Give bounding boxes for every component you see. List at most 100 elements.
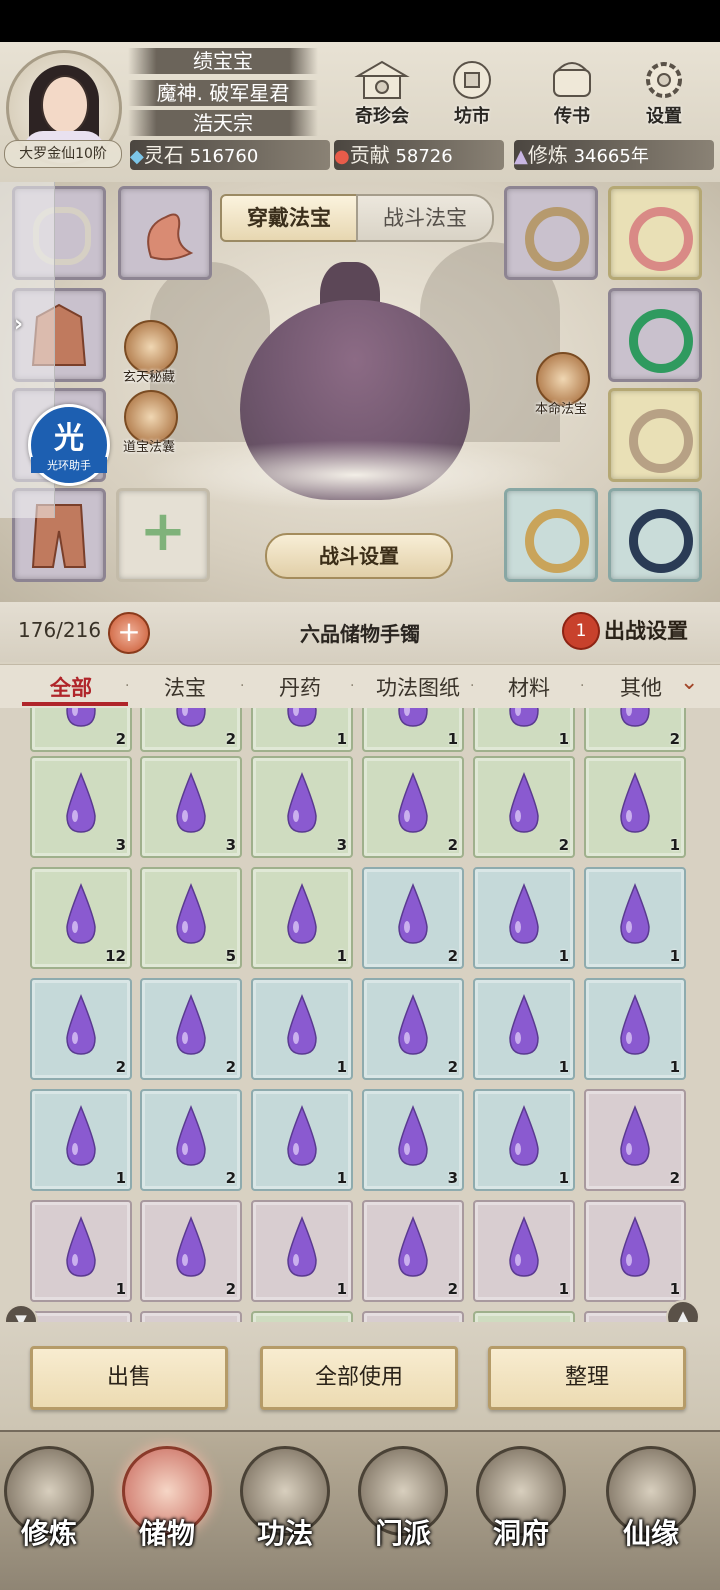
inventory-slot[interactable]: 1 (362, 708, 464, 752)
inventory-slot[interactable]: 1 (584, 978, 686, 1080)
item-count: 1 (336, 1058, 347, 1076)
nav-manuals[interactable]: 功法 (230, 1446, 340, 1586)
tab-pills[interactable]: 丹药 (255, 672, 345, 702)
helper-badge[interactable]: 光 光环助手 (28, 404, 110, 486)
market-button[interactable]: 坊市 (436, 58, 508, 138)
spirit-drop-icon (176, 994, 206, 1055)
nav-cultivate[interactable]: 修炼 (0, 1446, 104, 1586)
inventory-slot[interactable]: 3 (30, 756, 132, 858)
nav-cave[interactable]: 洞府 (466, 1446, 576, 1586)
inventory-slot[interactable]: 1 (473, 978, 575, 1080)
inventory-slot[interactable]: 1 (251, 1200, 353, 1302)
letters-button[interactable]: 传书 (536, 58, 608, 138)
spirit-drop-icon (398, 883, 428, 944)
deploy-settings-button[interactable]: 出战设置 (604, 615, 688, 645)
spirit-drop-icon (620, 772, 650, 833)
item-count: 1 (558, 1169, 569, 1187)
player-sect: 浩天宗 (128, 110, 318, 136)
inventory-slot[interactable]: 1 (584, 1200, 686, 1302)
item-count: 12 (105, 947, 126, 965)
nav-fate-label: 仙缘 (622, 1517, 679, 1550)
inventory-slot[interactable]: 5 (140, 867, 242, 969)
inventory-slot[interactable]: 2 (362, 978, 464, 1080)
inventory-slot[interactable]: 2 (30, 708, 132, 752)
inventory-slot[interactable]: 2 (30, 978, 132, 1080)
tab-treasure[interactable]: 法宝 (140, 672, 230, 702)
spirit-stone-icon: ◆ (130, 146, 144, 167)
inventory-slot[interactable]: 1 (473, 1089, 575, 1191)
inventory-slot[interactable]: 1 (473, 1200, 575, 1302)
sort-button[interactable]: 整理 (488, 1346, 686, 1410)
inventory-slot[interactable] (473, 1311, 575, 1322)
ring-icon (525, 207, 589, 271)
inventory-slot[interactable]: 2 (584, 1089, 686, 1191)
equip-slot-ring-3[interactable] (608, 288, 702, 382)
chevron-down-icon[interactable]: ⌄ (680, 670, 698, 695)
inventory-slot[interactable]: 1 (584, 756, 686, 858)
tab-all[interactable]: 全部 (26, 672, 116, 702)
inventory-slot[interactable]: 1 (473, 867, 575, 969)
contribution-label: 贡献 (349, 143, 390, 167)
inventory-slot[interactable]: 1 (584, 867, 686, 969)
nav-sect[interactable]: 门派 (348, 1446, 458, 1586)
separator-dot: · (125, 678, 130, 694)
nav-storage[interactable]: 储物 (112, 1446, 222, 1586)
scroll-icon (544, 58, 600, 102)
inventory-slot[interactable] (251, 1311, 353, 1322)
equip-slot-phoenix[interactable] (118, 186, 212, 280)
item-count: 2 (447, 1058, 458, 1076)
settings-button[interactable]: 设置 (628, 58, 700, 138)
inventory-slot[interactable]: 2 (140, 1089, 242, 1191)
inventory-slot[interactable]: 1 (251, 708, 353, 752)
inventory-slot[interactable]: 2 (140, 978, 242, 1080)
equip-slot-ring-2[interactable] (608, 186, 702, 280)
inventory-slot[interactable]: 3 (251, 756, 353, 858)
inventory-slot[interactable]: 1 (473, 708, 575, 752)
equip-slot-ring-5[interactable] (504, 488, 598, 582)
inventory-slot[interactable]: 2 (362, 756, 464, 858)
equip-slot-ring-1[interactable] (504, 186, 598, 280)
tab-battle-treasure[interactable]: 战斗法宝 (356, 194, 494, 242)
chevron-right-icon[interactable]: › (14, 312, 23, 337)
equip-slot-ring-4[interactable] (608, 388, 702, 482)
nav-fate[interactable]: 仙缘 (596, 1446, 706, 1586)
inventory-slot[interactable]: 2 (584, 708, 686, 752)
treasure-fair-button[interactable]: 奇珍会 (346, 58, 418, 138)
expand-capacity-button[interactable]: + (108, 612, 150, 654)
inventory-slot[interactable]: 1 (251, 867, 353, 969)
contribution-bar: ●贡献 58726 (334, 140, 504, 170)
inventory-slot[interactable]: 3 (362, 1089, 464, 1191)
use-all-button[interactable]: 全部使用 (260, 1346, 458, 1410)
inventory-slot[interactable]: 1 (251, 1089, 353, 1191)
inventory-slot[interactable]: 1 (30, 1200, 132, 1302)
inventory-slot[interactable] (30, 1311, 132, 1322)
inventory-slot[interactable]: 3 (140, 756, 242, 858)
battle-settings-button[interactable]: 战斗设置 (265, 533, 453, 579)
inventory-slot[interactable]: 2 (473, 756, 575, 858)
sell-button[interactable]: 出售 (30, 1346, 228, 1410)
tab-wear-treasure[interactable]: 穿戴法宝 (220, 194, 358, 242)
gem-ring-icon (629, 509, 693, 573)
inventory-slot[interactable]: 1 (30, 1089, 132, 1191)
inventory-slot[interactable]: 12 (30, 867, 132, 969)
tab-other[interactable]: 其他 (596, 672, 686, 702)
equip-slot-ring-6[interactable] (608, 488, 702, 582)
inventory-slot[interactable]: 2 (140, 708, 242, 752)
add-slot-button[interactable]: + (116, 488, 210, 582)
tab-materials[interactable]: 材料 (484, 672, 574, 702)
spirit-drop-icon (509, 994, 539, 1055)
deploy-count-badge: 1 (562, 612, 600, 650)
inventory-slot[interactable]: 2 (140, 1200, 242, 1302)
bag-title: 六品储物手镯 (300, 622, 420, 646)
inventory-slot[interactable]: 1 (251, 978, 353, 1080)
spirit-drop-icon (398, 772, 428, 833)
item-count: 3 (447, 1169, 458, 1187)
inventory-slot[interactable] (362, 1311, 464, 1322)
spirit-drop-icon (398, 1105, 428, 1166)
inventory-slot[interactable] (140, 1311, 242, 1322)
inventory-slot[interactable]: 2 (362, 867, 464, 969)
item-count: 2 (115, 1058, 126, 1076)
tab-manuals[interactable]: 功法图纸 (358, 672, 478, 702)
inventory-slot[interactable]: 2 (362, 1200, 464, 1302)
item-count: 3 (225, 836, 236, 854)
